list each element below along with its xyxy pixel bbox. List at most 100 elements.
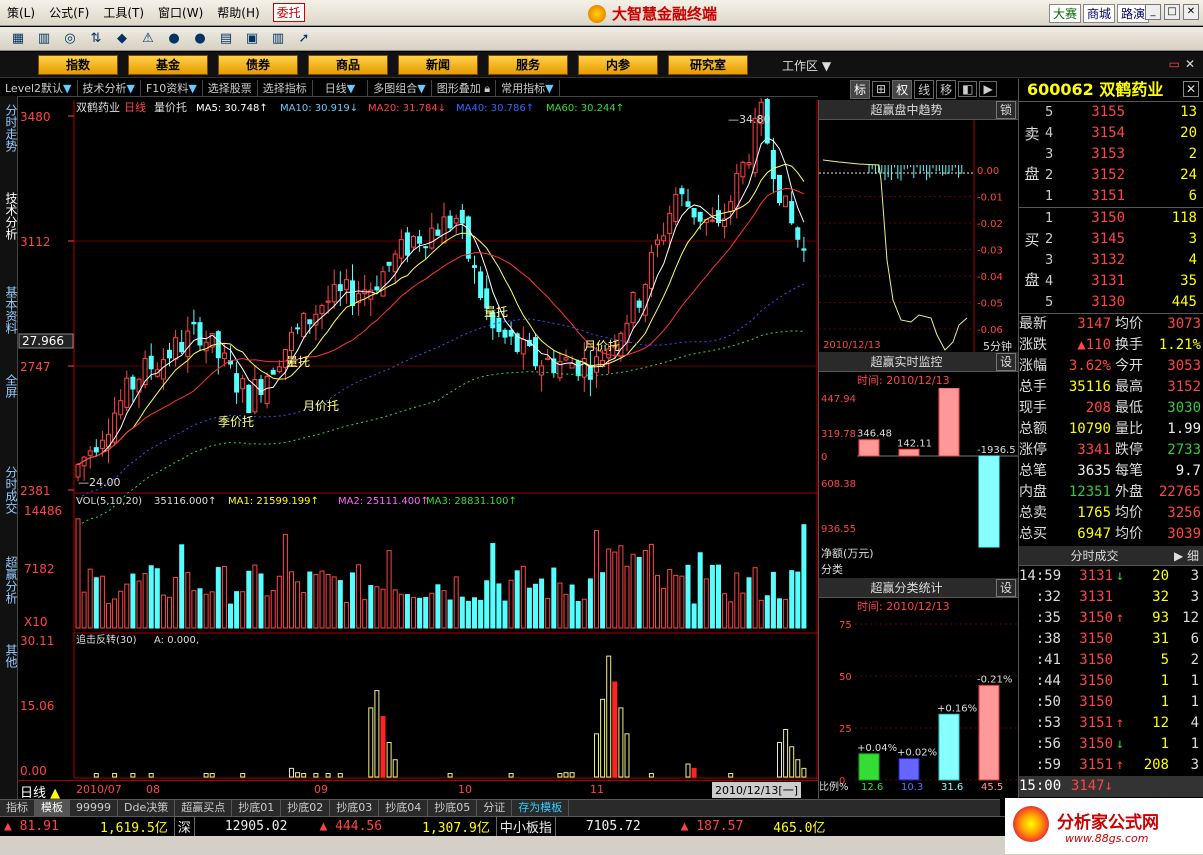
bottom-tab[interactable]: 模板 <box>35 800 70 816</box>
chart-icon[interactable]: ▥ <box>34 30 54 48</box>
tab-right[interactable]: 权 <box>892 79 913 99</box>
volume-bar <box>75 518 81 629</box>
candle-body <box>99 439 105 449</box>
alert-icon[interactable]: ◆ <box>112 30 132 48</box>
indicator-bar <box>203 773 209 778</box>
bid-row[interactable]: 3 3132 4 <box>1019 250 1203 271</box>
menu-item-window[interactable]: 窗口(W) <box>151 4 210 21</box>
tab-other[interactable]: 其他 <box>1 644 18 668</box>
volume-bar <box>770 571 776 629</box>
tab-line[interactable]: 线 <box>914 79 935 99</box>
warning-icon[interactable]: ⚠ <box>138 30 158 48</box>
nav-service[interactable]: 服务 <box>488 55 568 75</box>
note-icon[interactable]: ▤ <box>216 30 236 48</box>
menu-item-tools[interactable]: 工具(T) <box>96 4 151 21</box>
tab-fullscreen[interactable]: 全屏 <box>1 374 18 398</box>
tab-intraday[interactable]: 分时走势 <box>1 104 18 152</box>
monitor-settings-button[interactable]: 设 <box>995 353 1016 371</box>
bottom-tab[interactable]: 抄底03 <box>330 800 380 816</box>
bottom-tab[interactable]: Dde决策 <box>118 800 176 816</box>
lock-button[interactable]: 锁 <box>995 101 1016 119</box>
tab-ticks[interactable]: 分时成交 <box>1 466 18 514</box>
tab-move[interactable]: 移 <box>936 79 957 99</box>
tab-technical[interactable]: 技术分析 <box>1 192 18 240</box>
tab-analysis[interactable]: 超赢分析 <box>1 556 18 604</box>
play-icon[interactable]: ▶ <box>979 81 997 97</box>
indicator-bar <box>289 767 294 778</box>
sort-icon[interactable]: ⇅ <box>86 30 106 48</box>
trade-button[interactable]: 委托 <box>272 3 305 22</box>
nav-news[interactable]: 新闻 <box>398 55 478 75</box>
bottom-tab[interactable]: 存为模板 <box>512 800 570 816</box>
panel-icon[interactable]: ◧ <box>958 81 978 97</box>
bid-row[interactable]: 4 3131 35 <box>1019 271 1203 292</box>
ask-row[interactable]: 2 3152 24 <box>1019 165 1203 186</box>
bottom-tab[interactable]: 指标 <box>0 800 35 816</box>
menu-item-formula[interactable]: 公式(F) <box>42 4 96 21</box>
close-panel-icon[interactable]: ✕ <box>1185 57 1195 71</box>
class-bar-pct: +0.16% <box>937 703 977 714</box>
news-icon[interactable]: ● <box>164 30 184 48</box>
close-quote-icon[interactable]: ✕ <box>1183 81 1199 97</box>
quote-stat-row: 涨跌 ▲110 换手 1.21% <box>1019 337 1201 353</box>
class-settings-button[interactable]: 设 <box>995 579 1016 597</box>
nav-fund[interactable]: 基金 <box>128 55 208 75</box>
work-area-menu[interactable]: 工作区 ▼ <box>782 57 831 74</box>
ask-row[interactable]: 4 3154 20 <box>1019 123 1203 144</box>
bottom-tab[interactable]: 超赢买点 <box>175 800 233 816</box>
nav-commodity[interactable]: 商品 <box>308 55 388 75</box>
layout-select[interactable]: Level2默认▼ <box>0 79 78 96</box>
ask-row[interactable]: 3 3153 2 <box>1019 144 1203 165</box>
link-contest[interactable]: 大赛 <box>1048 4 1081 23</box>
select-indicator-button[interactable]: 选择指标 <box>258 79 313 96</box>
bottom-tab[interactable]: 分证 <box>477 800 513 816</box>
volume-bar <box>447 599 453 629</box>
volume-bar <box>289 571 294 629</box>
multi-chart-select[interactable]: 多图组合▼ <box>368 79 432 96</box>
quote-icon[interactable]: ▦ <box>8 30 28 48</box>
bottom-tab[interactable]: 99999 <box>70 800 118 816</box>
grid-icon[interactable]: ⊞ <box>872 81 891 97</box>
bid-row[interactable]: 5 3130 445 <box>1019 292 1203 313</box>
nav-index[interactable]: 指数 <box>38 55 118 75</box>
window-icon[interactable]: ▣ <box>242 30 262 48</box>
tick-row: :41 3150 5 2 <box>1035 652 1199 668</box>
binoculars-icon[interactable]: ◎ <box>60 30 80 48</box>
bottom-tab[interactable]: 抄底04 <box>379 800 429 816</box>
ask-row[interactable]: 1 3151 6 <box>1019 186 1203 207</box>
indicator-bar <box>368 707 374 778</box>
overlay-select[interactable]: 图形叠加 🔒︎ <box>432 79 497 96</box>
nav-bond[interactable]: 债券 <box>218 55 298 75</box>
period-select[interactable]: 日线▼ <box>313 79 369 96</box>
bid-row[interactable]: 2 3145 3 <box>1019 229 1203 250</box>
tech-analysis-select[interactable]: 技术分析▼ <box>78 79 141 96</box>
class-bar-value: 10.3 <box>901 782 923 793</box>
maximize-icon[interactable]: □ <box>1164 4 1180 20</box>
bottom-tab[interactable]: 抄底02 <box>281 800 331 816</box>
select-stock-button[interactable]: 选择股票 <box>203 79 258 96</box>
book-icon[interactable]: ▥ <box>268 30 288 48</box>
tab-fundamental[interactable]: 基本资料 <box>1 286 18 334</box>
info-icon[interactable]: ● <box>190 30 210 48</box>
restore-icon[interactable]: ▭ <box>1169 57 1180 71</box>
nav-insider[interactable]: 内参 <box>578 55 658 75</box>
f10-select[interactable]: F10资料▼ <box>141 79 203 96</box>
bottom-tab[interactable]: 抄底01 <box>232 800 282 816</box>
menu-item-help[interactable]: 帮助(H) <box>210 4 266 21</box>
help-cursor-icon[interactable]: ➚ <box>294 30 314 48</box>
tab-mark[interactable]: 标 <box>850 79 871 99</box>
indicator-bar <box>691 767 697 778</box>
ask-row[interactable]: 5 3155 13 <box>1019 102 1203 123</box>
volume-bar <box>167 596 172 629</box>
main-chart[interactable]: 双鹤药业 日线 量价托 MA5: 30.748↑ MA10: 30.919↓ M… <box>18 98 818 798</box>
bottom-tab[interactable]: 抄底05 <box>428 800 478 816</box>
menu-item-strategy[interactable]: 策(L) <box>0 4 42 21</box>
ticks-detail-button[interactable]: ▶ 细 <box>1170 546 1203 566</box>
link-mall[interactable]: 商城 <box>1082 4 1115 23</box>
nav-research[interactable]: 研究室 <box>668 55 748 75</box>
minimize-icon[interactable]: _ <box>1145 4 1161 20</box>
indicator-bar <box>648 773 654 778</box>
common-indicator-select[interactable]: 常用指标▼ <box>496 79 560 96</box>
close-icon[interactable]: ✕ <box>1183 4 1199 20</box>
bid-row[interactable]: 1 3150 118 <box>1019 208 1203 229</box>
